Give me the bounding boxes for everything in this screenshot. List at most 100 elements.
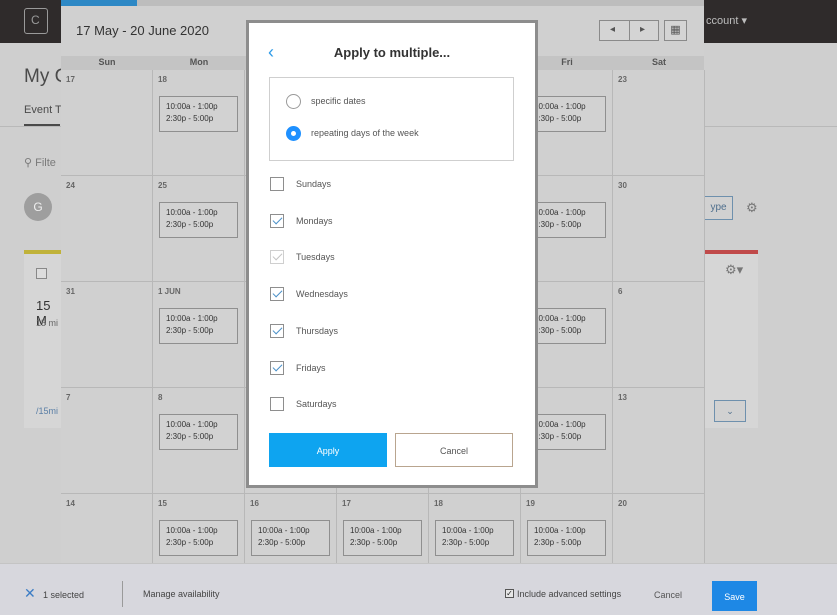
slot-time: 2:30p - 5:00p — [258, 538, 306, 547]
day-label: Thursdays — [296, 326, 339, 336]
availability-slot[interactable]: 10:00a - 1:00p 2:30p - 5:00p — [435, 520, 514, 556]
calendar-day-cell[interactable]: 18 10:00a - 1:00p 2:30p - 5:00p — [153, 70, 245, 176]
checkbox[interactable] — [270, 250, 284, 264]
option-label: repeating days of the week — [311, 128, 419, 138]
slot-time: 2:30p - 5:00p — [166, 538, 214, 547]
include-advanced-label: Include advanced settings — [517, 589, 622, 599]
day-option-saturdays[interactable]: Saturdays — [270, 397, 470, 413]
chevron-down-icon: ▾ — [741, 15, 748, 27]
availability-slot[interactable]: 10:00a - 1:00p 2:30p - 5:00p — [343, 520, 422, 556]
footer-cancel-button[interactable]: Cancel — [654, 590, 682, 600]
calendar-day-cell[interactable]: 6 — [613, 282, 705, 388]
day-option-sundays[interactable]: Sundays — [270, 177, 470, 193]
calendar-day-cell[interactable]: 30 — [613, 176, 705, 282]
event-card[interactable]: 15 M 15 mi /15mi — [24, 250, 64, 428]
manage-availability-link[interactable]: Manage availability — [143, 589, 220, 599]
event-card-right[interactable]: ⚙▾ ⌄ — [705, 250, 758, 428]
slot-time: 2:30p - 5:00p — [534, 326, 582, 335]
calendar-day-cell[interactable]: 13 — [613, 388, 705, 494]
day-number: 13 — [618, 393, 627, 402]
radio-button[interactable] — [286, 94, 301, 109]
checkbox[interactable] — [270, 397, 284, 411]
radio-button[interactable] — [286, 126, 301, 141]
avatar[interactable]: G — [24, 193, 52, 221]
availability-slot[interactable]: 10:00a - 1:00p 2:30p - 5:00p — [159, 202, 238, 238]
day-label: Fridays — [296, 363, 326, 373]
day-option-thursdays[interactable]: Thursdays — [270, 324, 470, 340]
slot-time: 10:00a - 1:00p — [166, 208, 218, 217]
event-card-checkbox[interactable] — [36, 268, 47, 279]
chevron-right-icon[interactable]: ▸ — [640, 24, 645, 35]
slot-time: 2:30p - 5:00p — [534, 538, 582, 547]
calendar-day-cell[interactable]: 1 JUN 10:00a - 1:00p 2:30p - 5:00p — [153, 282, 245, 388]
checkbox[interactable] — [270, 324, 284, 338]
checkbox[interactable] — [270, 287, 284, 301]
option-repeating-days[interactable]: repeating days of the week — [286, 126, 506, 142]
event-card-link[interactable]: /15mi — [36, 406, 58, 416]
availability-slot[interactable]: 10:00a - 1:00p 2:30p - 5:00p — [159, 520, 238, 556]
slot-time: 10:00a - 1:00p — [534, 420, 586, 429]
app-logo-icon[interactable]: C — [24, 8, 48, 34]
day-option-wednesdays[interactable]: Wednesdays — [270, 287, 470, 303]
include-advanced-checkbox[interactable]: ✓ — [505, 589, 514, 598]
day-label: Tuesdays — [296, 252, 335, 262]
day-label: Wednesdays — [296, 289, 348, 299]
availability-slot[interactable]: 10:00a - 1:00p 2:30p - 5:00p — [251, 520, 330, 556]
calendar-day-cell[interactable]: 23 — [613, 70, 705, 176]
day-number: 24 — [66, 181, 75, 190]
calendar-day-cell[interactable]: 31 — [61, 282, 153, 388]
availability-slot[interactable]: 10:00a - 1:00p 2:30p - 5:00p — [159, 414, 238, 450]
availability-slot[interactable]: 10:00a - 1:00p 2:30p - 5:00p — [159, 308, 238, 344]
availability-slot[interactable]: 10:00a - 1:00p 2:30p - 5:00p — [527, 308, 606, 344]
calendar-icon[interactable]: ▦ — [664, 20, 687, 41]
calendar-day-cell[interactable]: 24 — [61, 176, 153, 282]
tab-event-types[interactable]: Event T — [24, 104, 62, 116]
availability-slot[interactable]: 10:00a - 1:00p 2:30p - 5:00p — [159, 96, 238, 132]
search-icon: ⚲ — [24, 157, 33, 169]
card-dropdown-button[interactable]: ⌄ — [714, 400, 746, 422]
day-number: 6 — [618, 287, 623, 296]
save-button[interactable]: Save — [712, 581, 757, 611]
availability-slot[interactable]: 10:00a - 1:00p 2:30p - 5:00p — [527, 202, 606, 238]
calendar-day-cell[interactable]: 8 10:00a - 1:00p 2:30p - 5:00p — [153, 388, 245, 494]
day-of-week-label: Mon — [189, 57, 209, 67]
gear-icon[interactable]: ⚙▾ — [725, 262, 743, 278]
day-option-fridays[interactable]: Fridays — [270, 361, 470, 377]
filter-input[interactable]: ⚲ Filte — [24, 156, 56, 169]
day-number: 15 — [158, 499, 167, 508]
day-number: 7 — [66, 393, 71, 402]
calendar-nav: ◂ ▸ — [599, 20, 659, 41]
option-specific-dates[interactable]: specific dates — [286, 94, 506, 110]
chevron-left-icon[interactable]: ◂ — [610, 24, 615, 35]
slot-time: 2:30p - 5:00p — [350, 538, 398, 547]
availability-slot[interactable]: 10:00a - 1:00p 2:30p - 5:00p — [527, 96, 606, 132]
checkbox[interactable] — [270, 214, 284, 228]
slot-time: 10:00a - 1:00p — [534, 208, 586, 217]
gear-icon[interactable]: ⚙ — [746, 200, 758, 216]
calendar-day-cell[interactable]: 7 — [61, 388, 153, 494]
new-event-type-button[interactable]: ype — [704, 196, 733, 220]
cancel-button[interactable]: Cancel — [395, 433, 513, 467]
close-icon[interactable]: ✕ — [24, 585, 36, 602]
day-of-week-label: Sun — [98, 57, 116, 67]
day-number: 18 — [434, 499, 443, 508]
apply-mode-options: specific dates repeating days of the wee… — [269, 77, 514, 161]
slot-time: 2:30p - 5:00p — [534, 432, 582, 441]
calendar-day-cell[interactable]: 17 — [61, 70, 153, 176]
day-option-tuesdays[interactable]: Tuesdays — [270, 250, 470, 266]
checkbox[interactable] — [270, 361, 284, 375]
calendar-day-cell[interactable]: 25 10:00a - 1:00p 2:30p - 5:00p — [153, 176, 245, 282]
apply-button[interactable]: Apply — [269, 433, 387, 467]
slot-time: 2:30p - 5:00p — [166, 432, 214, 441]
checkbox[interactable] — [270, 177, 284, 191]
slot-time: 10:00a - 1:00p — [166, 420, 218, 429]
selection-footer: ✕ 1 selected Manage availability ✓ Inclu… — [0, 563, 837, 615]
slot-time: 2:30p - 5:00p — [534, 220, 582, 229]
availability-slot[interactable]: 10:00a - 1:00p 2:30p - 5:00p — [527, 414, 606, 450]
slot-time: 2:30p - 5:00p — [442, 538, 490, 547]
day-option-mondays[interactable]: Mondays — [270, 214, 470, 230]
account-menu[interactable]: ccount ▾ — [706, 14, 747, 27]
filter-label: Filte — [35, 157, 56, 169]
slot-time: 10:00a - 1:00p — [166, 314, 218, 323]
availability-slot[interactable]: 10:00a - 1:00p 2:30p - 5:00p — [527, 520, 606, 556]
